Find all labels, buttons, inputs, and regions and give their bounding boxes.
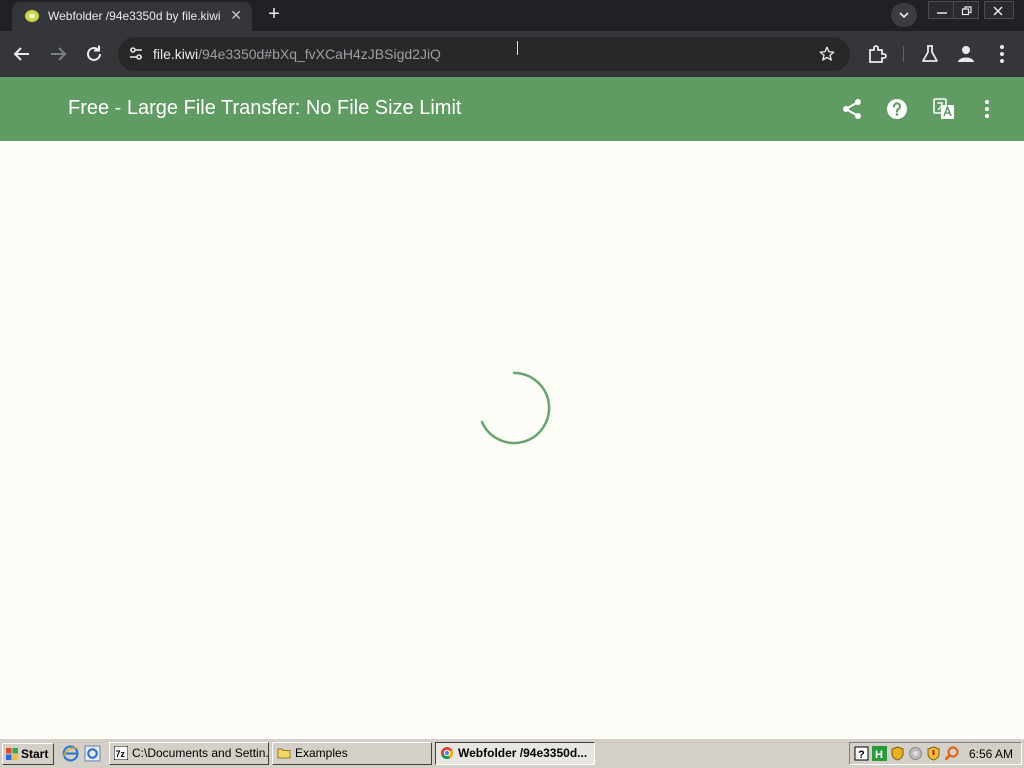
search-tray-icon[interactable] [944,746,959,761]
7zip-icon: 7z [114,746,128,760]
text-cursor [517,41,518,55]
new-tab-button[interactable]: + [262,3,286,27]
taskbar-item-cmd[interactable]: 7z C:\Documents and Settin... [109,742,269,765]
url-path: /94e3350d#bXq_fvXCaH4zJBSigd2JiQ [198,46,441,62]
reload-icon[interactable] [82,42,106,66]
site-settings-icon[interactable] [128,46,144,62]
help-tray-icon[interactable]: ? [854,746,869,761]
translate-icon[interactable] [932,97,956,121]
minimize-icon [937,12,947,14]
app-header: Free - Large File Transfer: No File Size… [0,77,1024,141]
folder-icon [277,748,291,759]
loading-spinner [480,371,551,445]
address-bar[interactable]: file.kiwi/94e3350d#bXq_fvXCaH4zJBSigd2Ji… [118,37,850,71]
start-label: Start [21,747,49,761]
tab-close-icon[interactable]: ✕ [230,7,242,23]
help-icon[interactable] [885,97,909,121]
browser-toolbar: file.kiwi/94e3350d#bXq_fvXCaH4zJBSigd2Ji… [0,31,1024,77]
start-button[interactable]: Start [2,743,54,765]
close-icon [993,6,1003,16]
taskbar-item-label: C:\Documents and Settin... [132,746,269,760]
windows-taskbar: Start 7z C:\Documents and Settin... Exam… [0,738,1024,768]
svg-text:?: ? [858,749,865,761]
chrome-icon [441,747,454,760]
url-text: file.kiwi/94e3350d#bXq_fvXCaH4zJBSigd2Ji… [153,46,441,62]
minimize-button[interactable] [928,1,954,19]
restore-icon [961,6,972,16]
bookmark-star-icon[interactable] [818,45,836,63]
tab-strip: Webfolder /94e3350d by file.kiwi ✕ + [0,0,1024,31]
main-content [0,141,1024,738]
profile-icon[interactable] [954,42,978,66]
taskbar-item-label: Examples [295,746,348,760]
tab-search-button[interactable] [891,3,917,27]
h-tray-icon[interactable]: H [872,746,887,761]
taskbar-clock: 6:56 AM [968,747,1013,761]
url-host: file.kiwi [153,46,199,62]
labs-flask-icon[interactable] [918,42,942,66]
security-tray-icon[interactable] [926,746,941,761]
taskbar-item-webfolder[interactable]: Webfolder /94e3350d... [435,742,595,765]
windows-logo-icon [6,748,18,760]
close-window-button[interactable] [984,1,1014,19]
tab-title: Webfolder /94e3350d by file.kiwi [48,9,221,23]
internet-explorer-icon[interactable] [62,745,79,762]
network-tray-icon[interactable] [908,746,923,761]
svg-text:H: H [875,749,883,761]
back-icon[interactable] [10,42,34,66]
taskbar-item-label: Webfolder /94e3350d... [458,746,588,760]
toolbar-separator [903,46,904,62]
forward-icon[interactable] [46,42,70,66]
taskbar-item-examples[interactable]: Examples [272,742,432,765]
chevron-down-icon [899,12,909,19]
restore-button[interactable] [953,1,979,19]
browser-menu-icon[interactable] [990,42,1014,66]
extensions-icon[interactable] [865,42,889,66]
system-tray: ? H 6:56 AM [849,742,1022,765]
shield-tray-icon[interactable] [890,746,905,761]
svg-text:7z: 7z [116,749,126,759]
chrome-quicklaunch-icon[interactable] [84,745,101,762]
more-vert-icon[interactable] [975,97,999,121]
share-icon[interactable] [840,97,864,121]
page-title: Free - Large File Transfer: No File Size… [68,97,462,119]
kiwi-favicon-icon [25,10,39,22]
browser-tab[interactable]: Webfolder /94e3350d by file.kiwi ✕ [12,2,252,31]
